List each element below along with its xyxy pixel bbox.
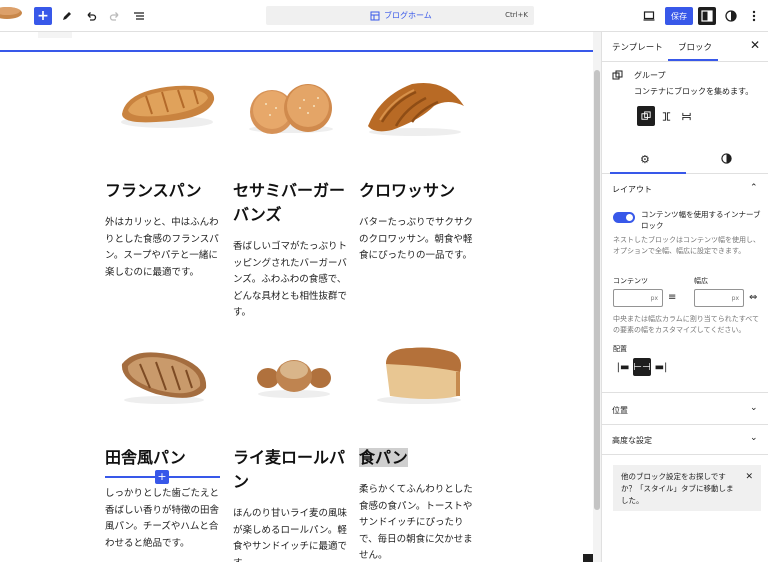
active-settings-tab-indicator: [610, 172, 686, 174]
close-icon[interactable]: ✕: [750, 38, 760, 52]
editor-top-bar: + ブログホーム Ctrl+K 保存: [0, 0, 768, 32]
editor-canvas[interactable]: フランスパン 外はカリッと、中はふんわりとした食感のフランスパン。スープやパテと…: [0, 32, 593, 562]
chevron-down-icon[interactable]: ⌄: [750, 433, 758, 443]
product-card-5: ライ麦ロールパン ほんのり甘いライ麦の風味が楽しめるロールパン。軽食やサンドイッ…: [233, 446, 353, 562]
shokupan-image[interactable]: [372, 344, 466, 406]
rye-rolls-image[interactable]: [254, 350, 334, 400]
insert-block-plus-icon[interactable]: +: [155, 470, 169, 484]
settings-gear-icon[interactable]: ⚙: [640, 153, 650, 166]
document-overview-icon[interactable]: [132, 5, 146, 27]
resize-corner: [583, 554, 593, 562]
justify-left-icon[interactable]: |▬: [614, 358, 632, 376]
baguette-image[interactable]: [116, 76, 218, 136]
justification-label: 配置: [613, 345, 627, 353]
stretch-icon[interactable]: ⇔: [749, 292, 757, 303]
product-description[interactable]: 香ばしいゴマがたっぷりトッピングされたバーガーバンズ。ふわふわの食感で、どんな具…: [233, 239, 353, 322]
product-description[interactable]: 外はカリッと、中はふんわりとした食感のフランスパン。スープやパテと一緒に楽しむの…: [105, 215, 225, 281]
wide-width-label: 幅広: [694, 277, 708, 285]
align-center-icon[interactable]: ≡: [668, 292, 676, 303]
justify-right-icon[interactable]: ▬|: [652, 358, 670, 376]
preview-device-icon[interactable]: [642, 5, 656, 27]
product-title-selected[interactable]: 食パン: [359, 446, 479, 470]
justify-center-icon[interactable]: ⊢⊣: [633, 358, 651, 376]
add-block-button[interactable]: +: [34, 7, 52, 25]
toggle-label: コンテンツ幅を使用するインナーブロック: [641, 210, 761, 230]
canvas-scrollbar-thumb[interactable]: [594, 70, 600, 510]
template-icon: [370, 11, 380, 20]
notice-text: 他のブロック設定をお探しですか？「スタイル」タブに移動しました。: [621, 472, 734, 505]
product-description[interactable]: しっかりとした歯ごたえと香ばしい香りが特徴の田舎風パン。チーズやハムと合わせると…: [105, 486, 225, 552]
block-toolbar-stub: [38, 32, 72, 38]
block-description: コンテナにブロックを集めます。: [634, 87, 754, 96]
settings-sidebar: テンプレート ブロック ✕ グループ コンテナにブロックを集めます。 ⚙ レイア…: [601, 32, 768, 562]
product-title[interactable]: ライ麦ロールパン: [233, 446, 353, 494]
panel-divider: [602, 392, 768, 393]
chevron-down-icon[interactable]: ⌄: [750, 403, 758, 413]
site-logo-bread-icon[interactable]: [0, 4, 22, 20]
group-selection-outline: [0, 50, 593, 52]
active-tab-indicator: [668, 59, 718, 61]
command-palette-bar[interactable]: ブログホーム Ctrl+K: [266, 6, 534, 25]
toggle-help-text: ネストしたブロックはコンテンツ幅を使用し、オプションで全幅、幅広に設定できます。: [613, 236, 760, 255]
wide-width-input[interactable]: px: [694, 289, 744, 307]
content-width-label: コンテンツ: [613, 277, 648, 285]
panel-divider: [602, 424, 768, 425]
product-title[interactable]: クロワッサン: [359, 179, 479, 203]
row-variation-icon[interactable]: [657, 106, 675, 126]
group-block-icon: [612, 70, 623, 80]
position-panel-heading[interactable]: 位置: [612, 405, 628, 416]
tab-template[interactable]: テンプレート: [612, 41, 663, 53]
product-card-2: セサミバーガーバンズ 香ばしいゴマがたっぷりトッピングされたバーガーバンズ。ふわ…: [233, 179, 353, 322]
product-title[interactable]: 田舎風パン: [105, 446, 225, 470]
save-button[interactable]: 保存: [665, 7, 693, 25]
block-settings-tabs: ⚙: [602, 144, 768, 174]
sesame-buns-image[interactable]: [246, 82, 336, 134]
chevron-up-icon[interactable]: ⌃: [750, 183, 758, 193]
styles-contrast-icon[interactable]: [724, 5, 738, 27]
block-name: グループ: [634, 71, 666, 80]
croissant-image[interactable]: [362, 76, 468, 138]
settings-sidebar-toggle[interactable]: [698, 7, 716, 25]
product-description[interactable]: 柔らかくてふんわりとした食感の食パン。トーストやサンドイッチにぴったりで、毎日の…: [359, 482, 479, 562]
dismiss-notice-icon[interactable]: ✕: [745, 471, 753, 483]
inner-blocks-toggle[interactable]: [613, 212, 635, 223]
product-card-1: フランスパン 外はカリッと、中はふんわりとした食感のフランスパン。スープやパテと…: [105, 179, 225, 281]
width-help-text: 中央または幅広カラムに割り当てられたすべての要素の幅をカスタマイズしてください。: [613, 315, 760, 334]
group-variation-icon[interactable]: [637, 106, 655, 126]
document-title: ブログホーム: [384, 11, 432, 20]
stack-variation-icon[interactable]: [677, 106, 695, 126]
styles-contrast-icon[interactable]: [721, 153, 732, 164]
block-card: グループ コンテナにブロックを集めます。: [612, 70, 753, 96]
panel-divider: [602, 454, 768, 455]
product-title[interactable]: セサミバーガーバンズ: [233, 179, 353, 227]
undo-icon[interactable]: [84, 5, 98, 27]
sidebar-tabs: テンプレート ブロック ✕: [602, 32, 768, 62]
product-card-4: 田舎風パン しっかりとした歯ごたえと香ばしい香りが特徴の田舎風パン。チーズやハム…: [105, 446, 225, 552]
layout-panel-heading[interactable]: レイアウト: [612, 184, 652, 195]
styles-moved-notice: 他のブロック設定をお探しですか？「スタイル」タブに移動しました。 ✕: [613, 465, 761, 511]
country-bread-image[interactable]: [116, 342, 212, 406]
command-shortcut: Ctrl+K: [505, 11, 528, 19]
redo-icon[interactable]: [108, 5, 122, 27]
product-description[interactable]: バターたっぷりでサクサクのクロワッサン。朝食や軽食にぴったりの一品です。: [359, 215, 479, 265]
product-title[interactable]: フランスパン: [105, 179, 225, 203]
advanced-panel-heading[interactable]: 高度な設定: [612, 435, 652, 446]
more-options-icon[interactable]: [748, 5, 760, 27]
product-card-6: 食パン 柔らかくてふんわりとした食感の食パン。トーストやサンドイッチにぴったりで…: [359, 446, 479, 562]
content-width-input[interactable]: px: [613, 289, 663, 307]
product-description[interactable]: ほんのり甘いライ麦の風味が楽しめるロールパン。軽食やサンドイッチに最適です。: [233, 506, 353, 562]
tab-block[interactable]: ブロック: [678, 41, 712, 53]
tools-pen-icon[interactable]: [60, 5, 74, 27]
product-card-3: クロワッサン バターたっぷりでサクサクのクロワッサン。朝食や軽食にぴったりの一品…: [359, 179, 479, 265]
